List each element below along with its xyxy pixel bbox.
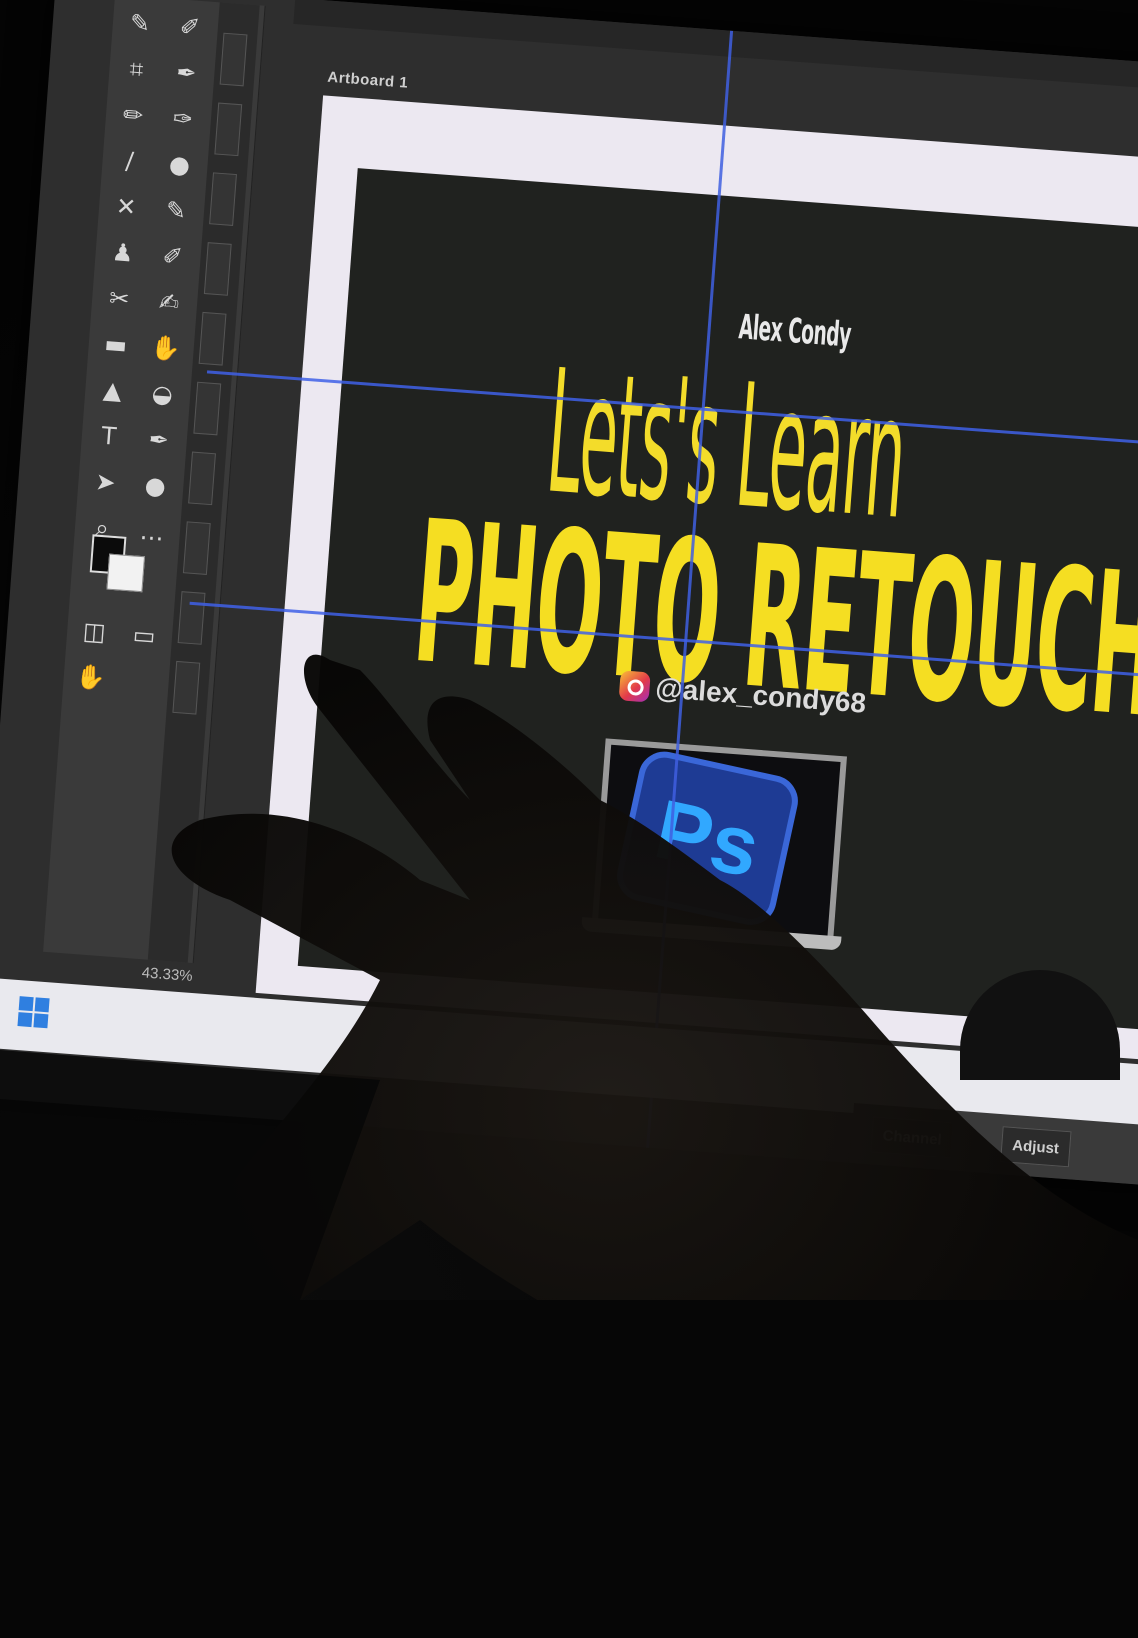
- panel-tab[interactable]: [188, 451, 216, 506]
- pencil-icon[interactable]: ∕: [111, 143, 147, 179]
- zoom-level[interactable]: 43.33%: [141, 964, 193, 985]
- close-icon[interactable]: ✕: [108, 189, 144, 225]
- brush-icon[interactable]: ✏: [115, 97, 151, 133]
- gradient-icon[interactable]: ▬: [98, 326, 134, 362]
- dodge-icon[interactable]: ◒: [144, 376, 180, 412]
- background-color-swatch[interactable]: [106, 553, 146, 593]
- panel-tab[interactable]: [182, 521, 211, 575]
- eyedropper-icon[interactable]: ✒: [168, 55, 204, 91]
- hand-icon[interactable]: ✋: [73, 659, 109, 695]
- artboard-label[interactable]: Artboard 1: [327, 69, 409, 92]
- pen-icon[interactable]: ✎: [158, 192, 194, 228]
- history-brush-icon[interactable]: ✐: [154, 238, 190, 274]
- stamp-icon[interactable]: ♟: [105, 235, 141, 271]
- design-canvas[interactable]: Alex Condy Lets's Learn PHOTO RETOUCH @a…: [297, 168, 1138, 1035]
- panel-tab[interactable]: [193, 381, 222, 436]
- brush-icon[interactable]: ✐: [172, 9, 208, 45]
- laptop-image: Ps: [591, 738, 848, 947]
- pen-icon[interactable]: ✑: [165, 101, 201, 137]
- pen-tool-icon[interactable]: ✒: [141, 422, 177, 458]
- type-icon[interactable]: T: [91, 418, 127, 454]
- panel-tab[interactable]: [209, 172, 237, 226]
- panel-tab[interactable]: [203, 242, 232, 296]
- lasso-icon[interactable]: ✎: [122, 5, 158, 41]
- smudge-icon[interactable]: ✋: [147, 330, 183, 366]
- quick-mask-icon[interactable]: ◫: [76, 613, 112, 649]
- monitor-screen: ✎ ✐ ⌗ ✒ ✏ ✑ ∕ ● ✕ ✎ ♟ ✐ ✂ ✍ ▬ ✋ ▲ ◒ T ✒ …: [0, 0, 1138, 1187]
- more-tools-icon[interactable]: …: [134, 514, 170, 550]
- panel-tab[interactable]: [198, 311, 227, 366]
- shape-icon[interactable]: ▲: [94, 372, 130, 408]
- options-bar: [293, 0, 1138, 96]
- adjust-button[interactable]: Adjust: [1000, 1126, 1072, 1168]
- headline-line-2: PHOTO RETOUCH: [407, 479, 1138, 763]
- artboard[interactable]: Alex Condy Lets's Learn PHOTO RETOUCH @a…: [255, 95, 1138, 1064]
- path-select-icon[interactable]: ➤: [87, 464, 123, 500]
- screen-mode-icon[interactable]: ▭: [126, 617, 162, 653]
- crop-icon[interactable]: ⌗: [118, 51, 154, 87]
- eraser-icon[interactable]: ✂: [101, 280, 137, 316]
- panel-tab[interactable]: [219, 32, 248, 87]
- photo-scene: ✎ ✐ ⌗ ✒ ✏ ✑ ∕ ● ✕ ✎ ♟ ✐ ✂ ✍ ▬ ✋ ▲ ◒ T ✒ …: [0, 0, 1138, 1638]
- ellipse-icon[interactable]: ●: [137, 468, 173, 504]
- panel-tab[interactable]: [172, 660, 201, 715]
- panel-tab[interactable]: [177, 591, 206, 645]
- panel-tab[interactable]: [214, 102, 243, 157]
- photoshop-logo: Ps: [612, 746, 803, 930]
- blur-icon[interactable]: ✍: [151, 284, 187, 320]
- healing-icon[interactable]: ●: [161, 147, 197, 183]
- windows-start-icon[interactable]: [17, 996, 50, 1029]
- channel-button[interactable]: Channel: [870, 1116, 955, 1159]
- instagram-icon: [618, 670, 651, 703]
